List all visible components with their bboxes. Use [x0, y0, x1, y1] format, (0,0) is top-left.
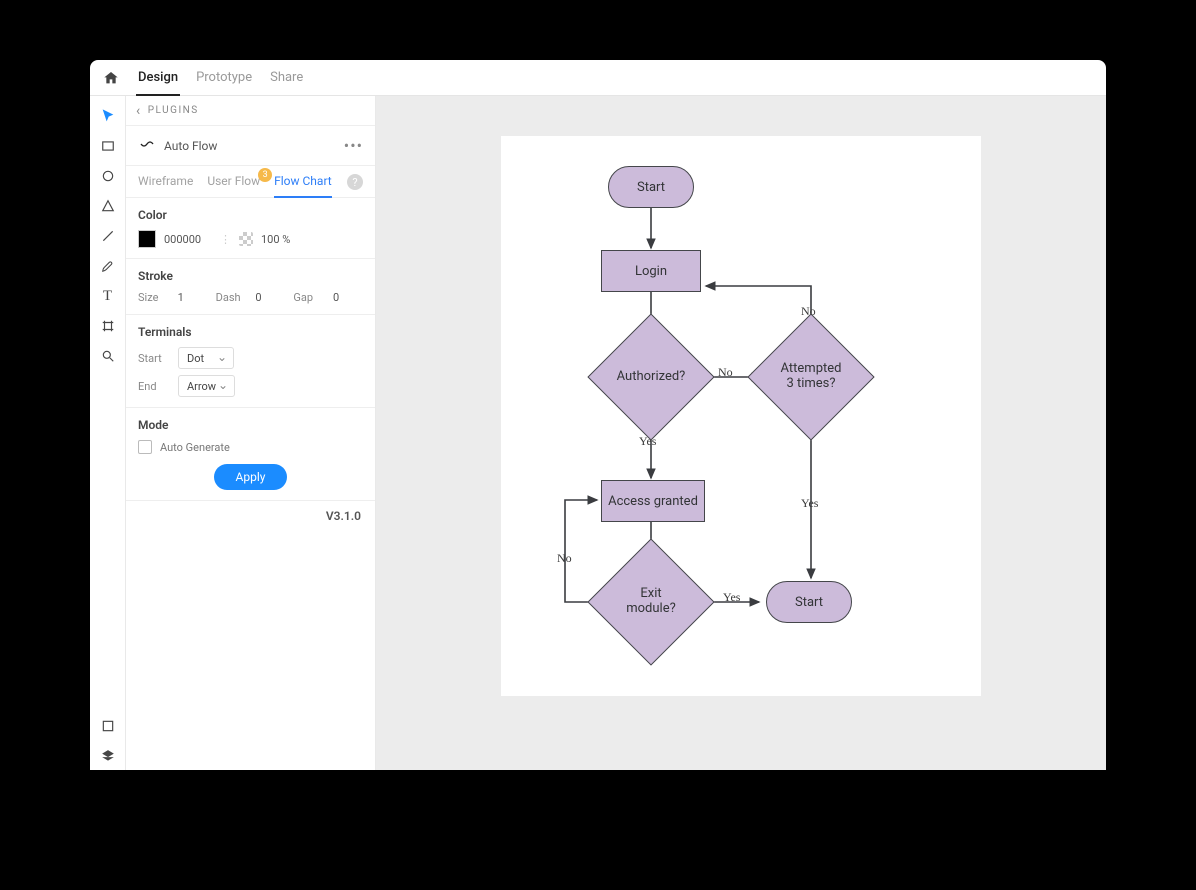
- plugin-tab-flowchart[interactable]: Flow Chart: [274, 174, 332, 198]
- node-login[interactable]: Login: [601, 250, 701, 292]
- label-yes-1: Yes: [639, 434, 656, 449]
- badge: 3: [258, 168, 272, 182]
- node-access[interactable]: Access granted: [601, 480, 705, 522]
- node-attempted[interactable]: Attempted 3 times?: [766, 332, 856, 422]
- tab-design[interactable]: Design: [136, 60, 180, 96]
- home-icon[interactable]: [100, 67, 122, 89]
- zoom-tool-icon[interactable]: [94, 342, 122, 370]
- tool-rail: T: [90, 96, 126, 770]
- node-start[interactable]: Start: [608, 166, 694, 208]
- label-no-1: No: [718, 365, 733, 380]
- size-label: Size: [138, 291, 170, 304]
- more-icon[interactable]: •••: [344, 136, 363, 155]
- apply-button[interactable]: Apply: [214, 464, 288, 490]
- label-yes-2: Yes: [801, 496, 818, 511]
- auto-generate-label: Auto Generate: [160, 441, 230, 454]
- gap-label: Gap: [293, 291, 325, 304]
- flow-arrows: [501, 136, 981, 696]
- plugin-tab-userflow-label: User Flow: [207, 174, 260, 188]
- artboard-tool-icon[interactable]: [94, 312, 122, 340]
- help-icon[interactable]: ?: [347, 174, 363, 190]
- auto-generate-checkbox[interactable]: [138, 440, 152, 454]
- chevron-left-icon: ‹: [136, 103, 142, 119]
- label-yes-3: Yes: [723, 590, 740, 605]
- start-label: Start: [138, 352, 170, 365]
- start-select[interactable]: Dot: [178, 347, 234, 369]
- plugin-name: Auto Flow: [164, 139, 336, 153]
- stroke-size-input[interactable]: [178, 291, 208, 304]
- stroke-dash-input[interactable]: [255, 291, 285, 304]
- dash-label: Dash: [216, 291, 248, 304]
- pen-tool-icon[interactable]: [94, 252, 122, 280]
- artboard[interactable]: Start Login Authorized? Attempted 3 time…: [501, 136, 981, 696]
- node-exit[interactable]: Exit module?: [606, 557, 696, 647]
- text-tool-icon[interactable]: T: [94, 282, 122, 310]
- label-no-2: No: [801, 304, 816, 319]
- end-label: End: [138, 380, 170, 393]
- label-no-3: No: [557, 551, 572, 566]
- panel-title: PLUGINS: [148, 105, 199, 116]
- tab-share[interactable]: Share: [268, 60, 305, 96]
- color-swatch[interactable]: [138, 230, 156, 248]
- stroke-gap-input[interactable]: [333, 291, 363, 304]
- select-tool-icon[interactable]: [94, 102, 122, 130]
- plugin-tab-userflow[interactable]: User Flow 3: [207, 174, 260, 197]
- opacity-input[interactable]: [261, 233, 309, 246]
- layers-icon[interactable]: [94, 742, 122, 770]
- end-select[interactable]: Arrow: [178, 375, 235, 397]
- plugin-tab-wireframe[interactable]: Wireframe: [138, 174, 193, 197]
- divider: ⋮: [220, 233, 231, 246]
- opacity-icon: [239, 232, 253, 246]
- assets-icon[interactable]: [94, 712, 122, 740]
- rect-tool-icon[interactable]: [94, 132, 122, 160]
- tab-prototype[interactable]: Prototype: [194, 60, 254, 96]
- polygon-tool-icon[interactable]: [94, 192, 122, 220]
- canvas[interactable]: Start Login Authorized? Attempted 3 time…: [376, 96, 1106, 770]
- line-tool-icon[interactable]: [94, 222, 122, 250]
- ellipse-tool-icon[interactable]: [94, 162, 122, 190]
- mode-title: Mode: [138, 418, 363, 432]
- version-label: V3.1.0: [126, 501, 375, 531]
- plugin-panel: ‹ PLUGINS Auto Flow ••• Wireframe User F…: [126, 96, 376, 770]
- plugin-logo-icon: [138, 137, 156, 155]
- top-tab-bar: Design Prototype Share: [90, 60, 1106, 96]
- color-title: Color: [138, 208, 363, 222]
- node-authorized[interactable]: Authorized?: [606, 332, 696, 422]
- stroke-title: Stroke: [138, 269, 363, 283]
- terminals-title: Terminals: [138, 325, 363, 339]
- node-end[interactable]: Start: [766, 581, 852, 623]
- color-hex-input[interactable]: [164, 233, 212, 246]
- panel-back[interactable]: ‹ PLUGINS: [126, 96, 375, 126]
